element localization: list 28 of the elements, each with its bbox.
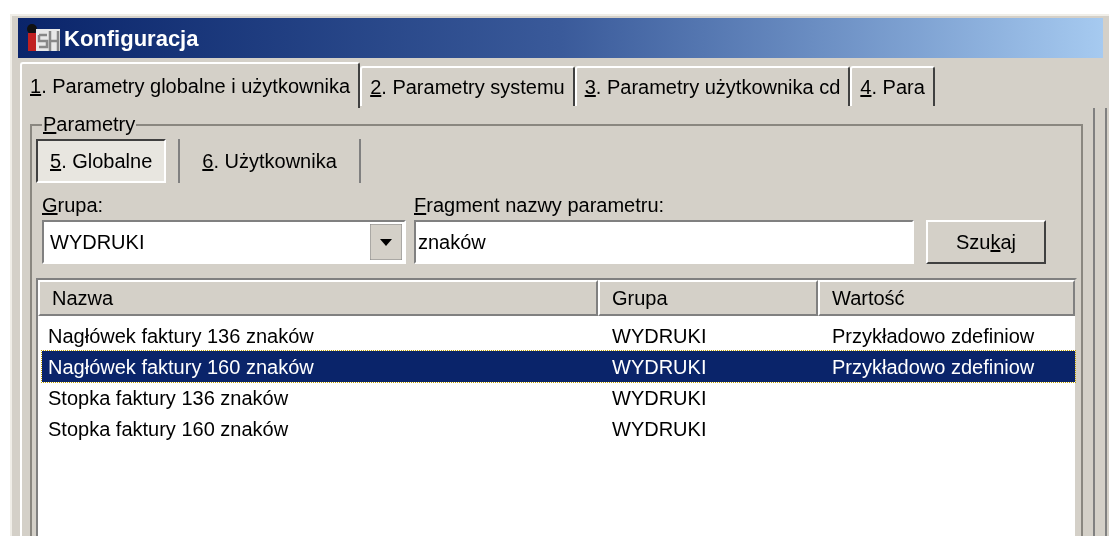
table-cell: WYDRUKI [612, 355, 707, 378]
column-header[interactable]: Wartość [818, 280, 1075, 316]
table-cell: WYDRUKI [612, 417, 707, 440]
name-search-field[interactable]: znaków [414, 220, 914, 264]
column-header[interactable]: Nazwa [38, 280, 598, 316]
table-cell: Stopka faktury 136 znaków [48, 386, 289, 409]
tab[interactable]: 1. Parametry globalne i użytkownika [20, 62, 361, 108]
table-cell: WYDRUKI [612, 386, 707, 409]
group-label: Grupa: [42, 193, 105, 218]
search-button[interactable]: Szukaj [926, 220, 1046, 264]
name-label: Fragment nazwy parametru: [414, 193, 666, 218]
app-logo-icon [26, 23, 60, 53]
table-cell: Przykładowo zdefiniow [832, 355, 1035, 378]
tab[interactable]: 3. Parametry użytkownika cd [574, 66, 851, 106]
group-dropdown[interactable]: WYDRUKI [42, 220, 406, 264]
table-cell: Nagłówek faktury 136 znaków [48, 324, 314, 347]
sub-tab[interactable]: 6. Użytkownika [178, 139, 361, 183]
table-cell: Stopka faktury 160 znaków [48, 417, 289, 440]
tab[interactable]: 4. Para [850, 66, 935, 106]
sub-tab[interactable]: 5. Globalne [36, 139, 167, 183]
dropdown-arrow-icon[interactable] [370, 224, 402, 260]
selected-row-highlight[interactable]: Nagłówek faktury 160 znaków WYDRUKI Przykładowo zdefiniow [42, 351, 1075, 382]
window-title: Konfiguracja [64, 24, 199, 53]
tab[interactable]: 2. Parametry systemu [360, 66, 575, 106]
table-cell: WYDRUKI [612, 324, 707, 347]
column-header[interactable]: Grupa [598, 280, 818, 316]
table-cell: Przykładowo zdefiniow [832, 324, 1035, 347]
table-cell: Nagłówek faktury 160 znaków [48, 355, 314, 378]
